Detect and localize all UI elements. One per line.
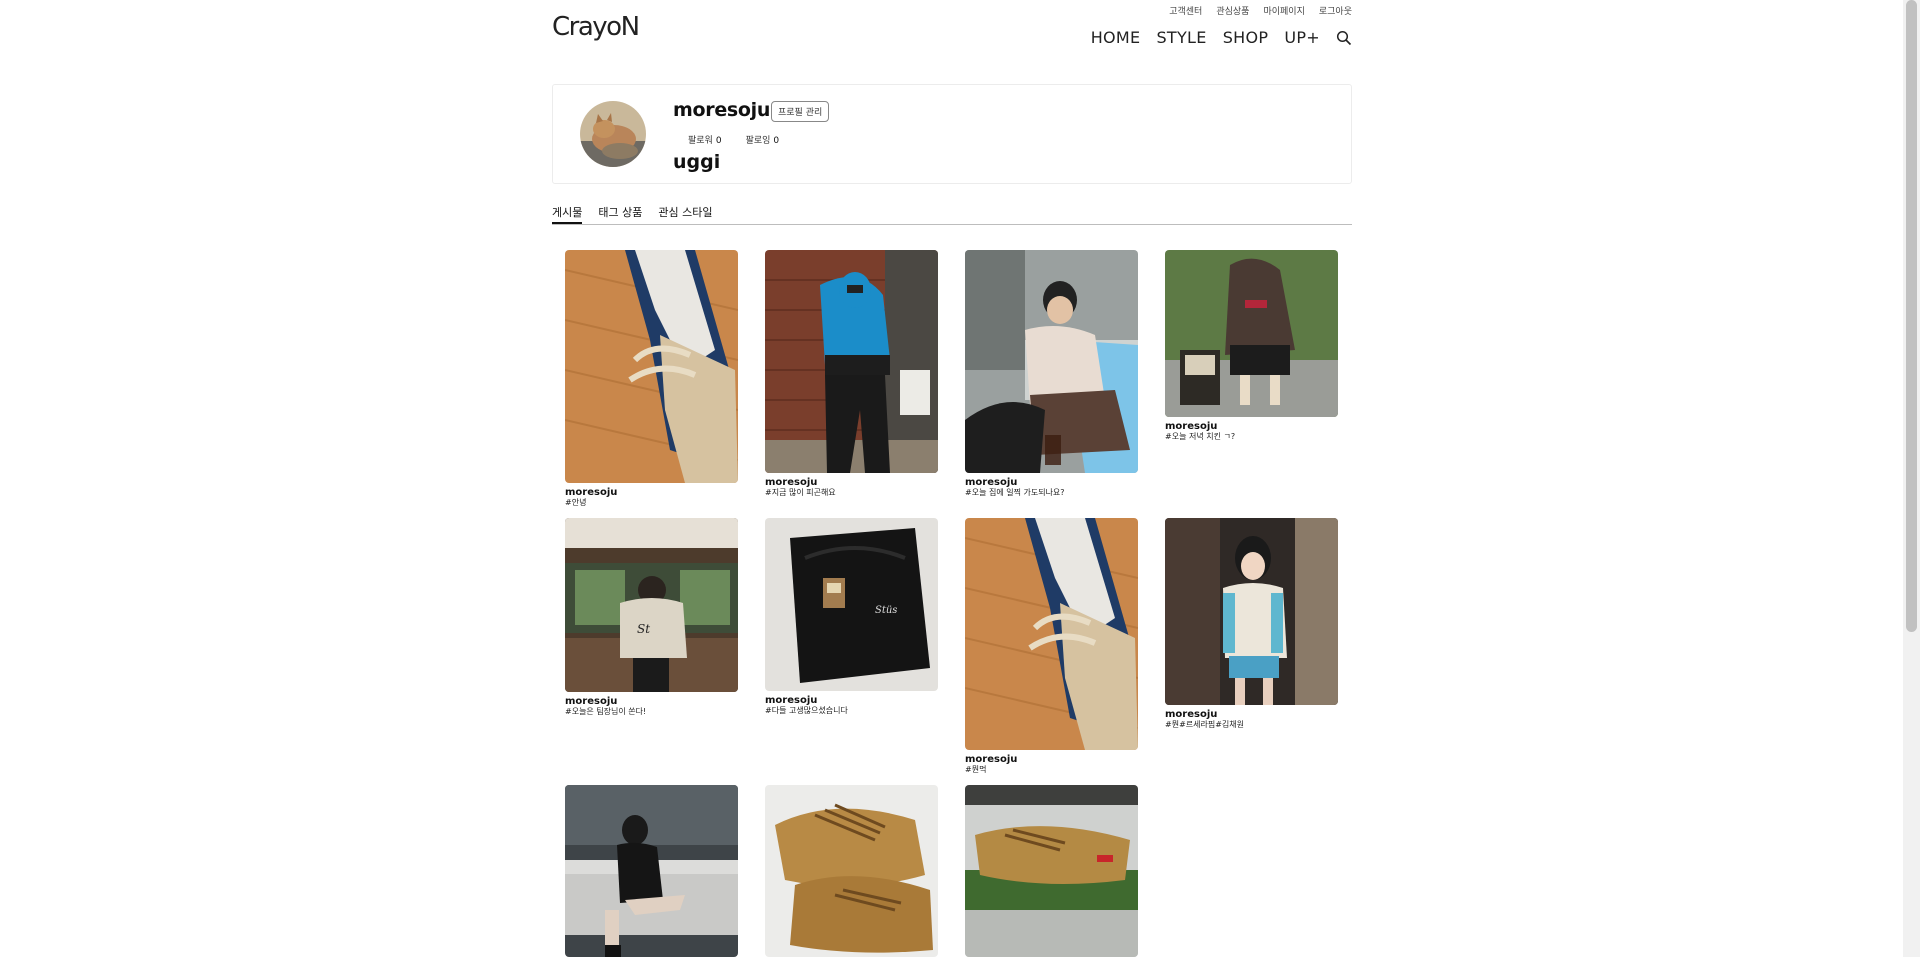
post-card[interactable]: Stüs moresoju #다들 고생많으셨습니다 bbox=[765, 518, 938, 716]
post-card[interactable]: moresoju #뭔#르세라핌#김채원 bbox=[1165, 518, 1338, 730]
utility-links: 고객센터 관심상품 마이페이지 로그아웃 bbox=[1169, 4, 1352, 17]
main-nav: HOME STYLE SHOP UP+ bbox=[1091, 28, 1352, 47]
tab-liked-styles[interactable]: 관심 스타일 bbox=[658, 204, 712, 224]
post-tag: #다들 고생많으셨습니다 bbox=[765, 706, 848, 715]
scrollbar-thumb[interactable] bbox=[1906, 0, 1917, 632]
post-image[interactable] bbox=[965, 518, 1138, 750]
post-tag: #오늘은 팀장님이 쏜다! bbox=[565, 707, 647, 716]
post-tag: #뭔#르세라핌#김채원 bbox=[1165, 720, 1244, 729]
customer-center-link[interactable]: 고객센터 bbox=[1169, 4, 1202, 17]
post-user[interactable]: moresoju bbox=[1165, 709, 1338, 720]
tab-posts[interactable]: 게시물 bbox=[552, 204, 583, 224]
nav-style[interactable]: STYLE bbox=[1156, 28, 1206, 47]
post-tag: #오늘 집에 일찍 가도되나요? bbox=[965, 488, 1065, 497]
post-card[interactable]: moresoju #지금 많이 피곤해요 bbox=[765, 250, 938, 498]
post-user[interactable]: moresoju bbox=[765, 477, 938, 488]
post-image[interactable] bbox=[765, 785, 938, 957]
follower-stat[interactable]: 팔로워 0 bbox=[688, 133, 722, 146]
logo[interactable]: CrayoN bbox=[552, 12, 640, 42]
post-tag: #오늘 저녁 치킨 ㄱ? bbox=[1165, 432, 1236, 441]
nav-shop[interactable]: SHOP bbox=[1223, 28, 1269, 47]
following-count: 0 bbox=[773, 136, 780, 146]
follower-label: 팔로워 bbox=[688, 136, 713, 146]
profile-card: moresoju 프로필 관리 팔로워 0 팔로잉 0 uggi bbox=[552, 84, 1352, 184]
post-user[interactable]: moresoju bbox=[765, 695, 938, 706]
post-image[interactable] bbox=[1165, 518, 1338, 705]
post-user[interactable]: moresoju bbox=[565, 487, 738, 498]
post-image[interactable]: St bbox=[565, 518, 738, 692]
post-card[interactable] bbox=[565, 785, 738, 957]
svg-text:St: St bbox=[637, 622, 650, 636]
post-card[interactable]: moresoju #뭔먹 bbox=[965, 518, 1138, 775]
post-image[interactable] bbox=[765, 250, 938, 473]
search-icon[interactable] bbox=[1336, 30, 1352, 46]
post-tag: #뭔먹 bbox=[965, 765, 987, 774]
post-user[interactable]: moresoju bbox=[965, 477, 1138, 488]
following-stat[interactable]: 팔로잉 0 bbox=[746, 133, 780, 146]
post-user[interactable]: moresoju bbox=[1165, 421, 1338, 432]
post-image[interactable] bbox=[565, 250, 738, 483]
post-user[interactable]: moresoju bbox=[565, 696, 738, 707]
post-image[interactable]: Stüs bbox=[765, 518, 938, 691]
post-card[interactable]: St moresoju #오늘은 팀장님이 쏜다! bbox=[565, 518, 738, 717]
profile-tabs: 게시물 태그 상품 관심 스타일 bbox=[552, 204, 1352, 225]
post-card[interactable] bbox=[765, 785, 938, 957]
post-image[interactable] bbox=[1165, 250, 1338, 417]
profile-nickname: uggi bbox=[673, 151, 721, 173]
post-image[interactable] bbox=[965, 250, 1138, 473]
follower-count: 0 bbox=[715, 136, 722, 146]
profile-username: moresoju bbox=[673, 99, 771, 121]
post-tag: #안녕 bbox=[565, 498, 587, 507]
post-card[interactable]: moresoju #안녕 bbox=[565, 250, 738, 508]
logout-link[interactable]: 로그아웃 bbox=[1319, 4, 1352, 17]
post-user[interactable]: moresoju bbox=[965, 754, 1138, 765]
post-card[interactable] bbox=[965, 785, 1138, 957]
nav-home[interactable]: HOME bbox=[1091, 28, 1141, 47]
page-scrollbar[interactable] bbox=[1903, 0, 1920, 957]
post-image[interactable] bbox=[565, 785, 738, 957]
nav-up[interactable]: UP+ bbox=[1284, 28, 1320, 47]
following-label: 팔로잉 bbox=[745, 136, 771, 146]
post-card[interactable]: moresoju #오늘 저녁 치킨 ㄱ? bbox=[1165, 250, 1338, 442]
mypage-link[interactable]: 마이페이지 bbox=[1263, 4, 1304, 17]
post-image[interactable] bbox=[965, 785, 1138, 957]
svg-text:Stüs: Stüs bbox=[875, 605, 897, 616]
wishlist-link[interactable]: 관심상품 bbox=[1216, 4, 1249, 17]
post-card[interactable]: moresoju #오늘 집에 일찍 가도되나요? bbox=[965, 250, 1138, 498]
post-tag: #지금 많이 피곤해요 bbox=[765, 488, 836, 497]
manage-profile-button[interactable]: 프로필 관리 bbox=[771, 101, 830, 122]
avatar bbox=[580, 101, 646, 167]
tab-tagged-products[interactable]: 태그 상품 bbox=[598, 204, 642, 224]
follow-stats: 팔로워 0 팔로잉 0 bbox=[688, 133, 779, 146]
